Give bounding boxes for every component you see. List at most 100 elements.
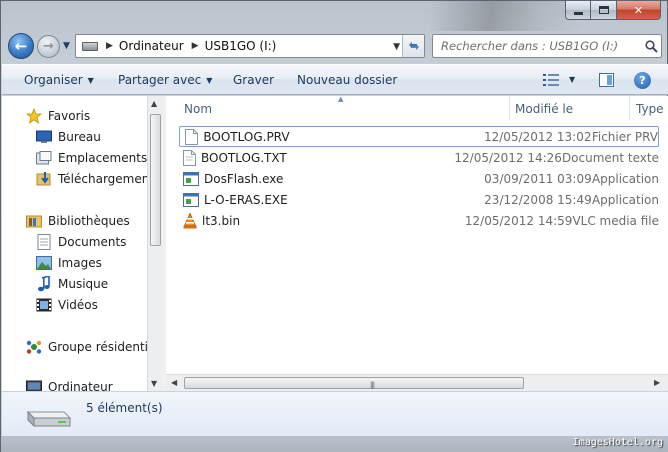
homegroup-icon	[26, 339, 42, 355]
caption-buttons: ✕	[565, 1, 661, 21]
column-divider[interactable]	[629, 96, 630, 121]
sidebar-item-recent-places[interactable]: Emplacements récents	[36, 148, 162, 168]
file-row[interactable]: BOOTLOG.TXT 12/05/2012 14:26 Document te…	[179, 147, 659, 168]
details-pane: 5 élément(s)	[2, 391, 668, 436]
sidebar-item-homegroup[interactable]: Groupe résidentiel	[26, 337, 159, 357]
close-button[interactable]: ✕	[617, 1, 661, 20]
breadcrumb-computer[interactable]: Ordinateur	[119, 39, 184, 53]
file-modified: 03/09/2011 03:09	[484, 171, 592, 186]
forward-button[interactable]: →	[37, 35, 60, 58]
column-header-type[interactable]: Type	[636, 96, 664, 121]
search-button[interactable]	[641, 39, 661, 53]
drive-icon	[82, 41, 98, 51]
file-modified: 12/05/2012 14:26	[454, 150, 562, 165]
usb-drive-icon	[26, 410, 72, 428]
refresh-icon	[408, 42, 419, 50]
sidebar-item-computer[interactable]: Ordinateur	[26, 377, 113, 391]
recent-pages-dropdown-icon[interactable]: ▼	[63, 41, 70, 51]
glass-reflection	[431, 1, 581, 31]
refresh-button[interactable]	[402, 35, 424, 57]
file-row[interactable]: DosFlash.exe 03/09/2011 03:09 Applicatio…	[179, 168, 659, 189]
breadcrumb-drive[interactable]: USB1GO (I:)	[205, 39, 277, 53]
sidebar-item-label: Bibliothèques	[48, 214, 130, 228]
organize-button[interactable]: Organiser ▼	[24, 73, 94, 87]
sidebar-item-label: Bureau	[58, 130, 101, 144]
file-modified: 23/12/2008 15:49	[484, 192, 592, 207]
address-bar[interactable]: ▶ Ordinateur ▶ USB1GO (I:) ▼	[75, 34, 425, 58]
computer-icon	[26, 379, 42, 391]
back-button[interactable]: ←	[8, 33, 34, 59]
share-label: Partager avec	[118, 73, 202, 87]
file-type: Document texte	[561, 150, 659, 165]
burn-button[interactable]: Graver	[233, 73, 274, 87]
file-row[interactable]: L-O-ERAS.EXE 23/12/2008 15:49 Applicatio…	[179, 189, 659, 210]
address-dropdown-icon[interactable]: ▼	[393, 42, 400, 52]
breadcrumb-separator-icon[interactable]: ▶	[192, 41, 199, 51]
item-count: 5 élément(s)	[86, 401, 163, 415]
preview-pane-icon[interactable]	[599, 73, 614, 87]
close-icon: ✕	[633, 3, 644, 17]
watermark-text: ImagesHotel.org	[572, 437, 663, 448]
file-row[interactable]: BOOTLOG.PRV 12/05/2012 13:02 Fichier PRV	[179, 126, 659, 147]
file-modified: 12/05/2012 13:02	[483, 129, 592, 144]
search-box[interactable]: Rechercher dans : USB1GO (I:)	[432, 34, 662, 58]
sidebar-item-label: Documents	[58, 235, 127, 249]
chevron-down-icon: ▼	[206, 76, 213, 85]
videos-icon	[36, 297, 52, 313]
horizontal-scrollbar[interactable]: ◀ ||| ▶	[166, 374, 668, 391]
star-icon	[26, 108, 42, 124]
share-with-button[interactable]: Partager avec ▼	[118, 73, 212, 87]
music-icon	[36, 276, 52, 292]
scrollbar-grip-icon: |||	[370, 381, 375, 389]
sort-ascending-icon: ▲	[338, 96, 344, 103]
organize-label: Organiser	[24, 73, 83, 87]
file-type: Application	[591, 171, 659, 186]
help-icon[interactable]: ?	[634, 72, 651, 89]
column-divider[interactable]	[509, 96, 510, 121]
sidebar-item-downloads[interactable]: Téléchargements	[36, 169, 160, 189]
file-row[interactable]: lt3.bin 12/05/2012 14:59 VLC media file	[179, 210, 659, 231]
file-name: lt3.bin	[202, 213, 241, 228]
chevron-down-icon: ▼	[87, 76, 94, 85]
images-icon	[36, 255, 52, 271]
sidebar-item-videos[interactable]: Vidéos	[36, 295, 98, 315]
breadcrumb-separator-icon[interactable]: ▶	[106, 41, 113, 51]
new-folder-button[interactable]: Nouveau dossier	[297, 73, 397, 87]
search-input[interactable]: Rechercher dans : USB1GO (I:)	[441, 39, 641, 53]
sidebar-item-desktop[interactable]: Bureau	[36, 127, 101, 147]
file-type: Fichier PRV	[591, 129, 659, 144]
change-view-icon[interactable]	[543, 74, 559, 86]
desktop-icon	[36, 129, 52, 145]
downloads-folder-icon	[36, 171, 52, 187]
minimize-button[interactable]	[565, 1, 591, 20]
view-options-dropdown-icon[interactable]: ▼	[569, 75, 575, 84]
file-type: VLC media file	[572, 213, 659, 228]
file-name: DosFlash.exe	[204, 171, 284, 186]
sidebar-item-libraries[interactable]: Bibliothèques	[26, 211, 130, 231]
explorer-window: ✕ ← → ▼ ▶ Ordinateur ▶ USB1GO (I:) ▼ Rec…	[0, 0, 668, 452]
sidebar-item-music[interactable]: Musique	[36, 274, 108, 294]
text-file-icon	[183, 149, 196, 166]
maximize-icon	[598, 6, 609, 14]
back-arrow-icon: ←	[14, 37, 28, 55]
column-header-name[interactable]: Nom	[184, 96, 212, 121]
scrollbar-thumb[interactable]	[150, 114, 161, 246]
blank-file-icon	[184, 128, 198, 145]
sidebar-item-label: Groupe résidentiel	[48, 340, 159, 354]
file-list-pane: ▲ Nom Modifié le Type BOOTLOG.PRV 12/05/…	[166, 96, 668, 391]
sidebar-item-label: Ordinateur	[48, 380, 113, 391]
column-header-modified[interactable]: Modifié le	[515, 96, 573, 121]
scroll-up-icon[interactable]: ▲	[151, 99, 157, 108]
sidebar-item-images[interactable]: Images	[36, 253, 102, 273]
documents-icon	[36, 234, 52, 250]
file-name: BOOTLOG.TXT	[201, 150, 287, 165]
scroll-left-icon[interactable]: ◀	[171, 378, 177, 387]
sidebar-item-favorites[interactable]: Favoris	[26, 106, 90, 126]
scroll-right-icon[interactable]: ▶	[654, 378, 660, 387]
navigation-pane-scrollbar[interactable]: ▲ ▼	[147, 96, 162, 391]
sidebar-item-label: Téléchargements	[58, 172, 161, 186]
sidebar-item-documents[interactable]: Documents	[36, 232, 126, 252]
scrollbar-thumb[interactable]: |||	[184, 377, 524, 389]
maximize-button[interactable]	[591, 1, 617, 20]
scroll-down-icon[interactable]: ▼	[151, 379, 157, 388]
